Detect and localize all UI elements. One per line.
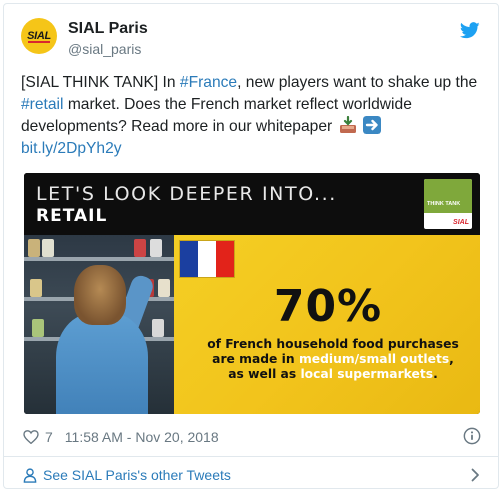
avatar[interactable]: SIAL (21, 18, 57, 54)
user-handle[interactable]: @sial_paris (68, 41, 141, 57)
think-tank-label: THINK TANK (427, 201, 461, 207)
right-arrow-emoji (362, 116, 381, 134)
tweet-meta: 7 11:58 AM - Nov 20, 2018 (23, 427, 219, 447)
whitepaper-link[interactable]: bit.ly/2DpYh2y (21, 140, 122, 157)
shopper-photo (24, 235, 174, 414)
flag-stripe-red (216, 241, 234, 277)
shelf-product (30, 279, 42, 297)
shelf-product (134, 239, 146, 257)
shopper-hair (74, 265, 126, 325)
think-tank-badge: THINK TANK SIAL (424, 179, 472, 229)
shelf-product (158, 279, 170, 297)
shelf-product (152, 319, 164, 337)
stat-highlight-supermarkets: local supermarkets (300, 367, 434, 381)
inbox-tray-emoji (339, 116, 356, 133)
chevron-right-icon[interactable] (471, 468, 480, 482)
image-banner: LET'S LOOK DEEPER INTO... RETAIL THINK T… (24, 173, 480, 235)
think-tank-badge-leaf (424, 179, 472, 213)
think-tank-brand: SIAL (453, 219, 469, 226)
shelf-product (42, 239, 54, 257)
footer-divider (4, 456, 498, 457)
twitter-bird-icon[interactable] (460, 22, 480, 39)
like-count[interactable]: 7 (45, 429, 53, 445)
shelf-product (32, 319, 44, 337)
banner-headline: LET'S LOOK DEEPER INTO... (36, 183, 337, 205)
info-icon[interactable] (463, 427, 481, 445)
tweet-image[interactable]: LET'S LOOK DEEPER INTO... RETAIL THINK T… (24, 173, 480, 414)
tweet-text-prefix: [SIAL THINK TANK] In (21, 74, 180, 91)
stat-line-2-pre: are made in (212, 352, 299, 366)
hashtag-retail-link[interactable]: #retail (21, 96, 63, 113)
stat-line-2-post: , (449, 352, 454, 366)
tweet-text: [SIAL THINK TANK] In #France, new player… (21, 72, 483, 160)
stat-line-1: of French household food purchases (207, 337, 459, 351)
banner-subject: RETAIL (36, 206, 108, 226)
shelf-product (150, 239, 162, 257)
shelf (24, 257, 174, 261)
tweet-card: SIAL SIAL Paris @sial_paris [SIAL THINK … (3, 3, 499, 489)
shopper-body (56, 313, 148, 414)
other-tweets-link[interactable]: See SIAL Paris's other Tweets (23, 465, 231, 485)
heart-icon[interactable] (23, 430, 39, 444)
stat-panel: 70% of French household food purchases a… (174, 235, 480, 414)
person-icon (23, 467, 37, 483)
stat-percent: 70% (273, 281, 383, 332)
stat-description: of French household food purchases are m… (198, 337, 468, 382)
hashtag-france-link[interactable]: #France (180, 74, 237, 91)
other-tweets-label: See SIAL Paris's other Tweets (43, 467, 231, 483)
french-flag (179, 240, 235, 278)
timestamp[interactable]: 11:58 AM - Nov 20, 2018 (65, 429, 219, 445)
stat-line-3-pre: as well as (228, 367, 301, 381)
stat-highlight-outlets: medium/small outlets (298, 352, 450, 366)
avatar-logo-underline (28, 41, 50, 43)
display-name[interactable]: SIAL Paris (68, 20, 148, 38)
shelf-product (28, 239, 40, 257)
flag-stripe-blue (180, 241, 198, 277)
tweet-text-mid: , new players want to shake up the (237, 74, 478, 91)
stat-line-3-post: . (433, 367, 438, 381)
flag-stripe-white (198, 241, 216, 277)
